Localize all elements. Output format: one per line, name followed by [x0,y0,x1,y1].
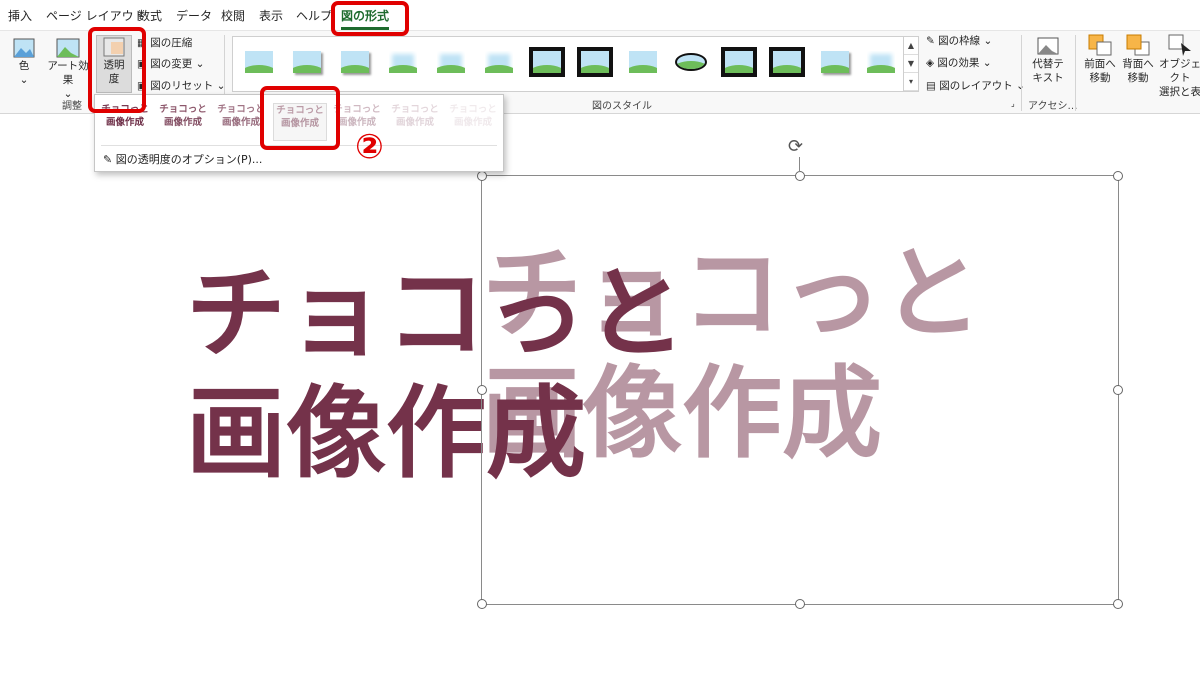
bring-forward-line1: 前面へ [1084,58,1116,70]
resize-handle[interactable] [477,599,487,609]
transparency-preset-95[interactable]: チョコっと 画像作成 [447,103,499,139]
style-thumb[interactable] [863,47,899,77]
style-thumb[interactable] [769,47,805,77]
tab-page-layout[interactable]: ページ レイアウト [46,7,146,24]
selection-pane-line2: 選択と表 [1159,86,1200,98]
adjust-group-label: 調整 [62,101,82,112]
layout-icon: ▤ [926,80,936,92]
selected-picture-frame[interactable] [481,175,1119,605]
transparency-preset-15[interactable]: チョコっと 画像作成 [157,103,209,139]
preset-line2: 画像作成 [395,117,434,128]
preset-line1: チョコっと [449,104,497,115]
send-backward-line1: 背面へ [1122,58,1154,70]
reset-picture-label: 図のリセット [150,80,214,92]
picture-border-button[interactable]: ✎ 図の枠線 ⌄ [926,33,992,48]
artistic-effects-icon [56,38,80,58]
tab-insert[interactable]: 挿入 [8,7,32,24]
picture-layout-button[interactable]: ▤ 図のレイアウト ⌄ [926,78,1025,93]
highlight-picture-format-tab [331,1,409,36]
pen-icon: ✎ [926,35,935,47]
transparency-options-label: 図の透明度のオプション(P)... [115,153,263,166]
dialog-launcher-icon[interactable]: ⌟ [1011,99,1015,108]
artistic-effects-button[interactable]: アート効果 ⌄ [44,37,92,101]
color-button[interactable]: 色 ⌄ [10,37,38,87]
style-thumb[interactable] [289,47,325,77]
style-thumb[interactable] [625,47,661,77]
style-thumb[interactable] [481,47,517,77]
highlight-transparency-preset [260,86,340,150]
selection-pane-icon [1168,34,1191,56]
rotate-handle-icon[interactable]: ⟳ [788,136,803,157]
change-picture-button[interactable]: ▣ 図の変更 ⌄ [137,56,204,71]
resize-handle[interactable] [795,599,805,609]
send-backward-button[interactable]: 背面へ 移動 [1120,33,1156,85]
picture-styles-gallery [232,36,904,92]
gallery-more-icon[interactable]: ▾ [904,73,918,91]
compress-label: 図の圧縮 [150,37,193,49]
tab-formulas[interactable]: 数式 [138,7,162,24]
gallery-down-icon[interactable]: ▼ [904,55,918,73]
accessibility-group-label: アクセシ… [1028,101,1078,112]
change-picture-label: 図の変更 [150,58,193,70]
transparency-options-icon: ✎ [103,153,113,166]
tab-data[interactable]: データ [176,7,212,24]
send-backward-icon [1126,34,1150,56]
selection-pane-line1: オブジェクト [1159,58,1200,84]
gallery-up-icon[interactable]: ▲ [904,37,918,55]
style-thumb[interactable] [529,47,565,77]
picture-effects-button[interactable]: ◈ 図の効果 ⌄ [926,55,992,70]
alt-text-line1: 代替テ [1032,58,1064,70]
rotate-handle-stem [799,157,800,172]
style-thumb[interactable] [337,47,373,77]
artistic-effects-label: アート効果 [47,60,89,86]
send-backward-line2: 移動 [1127,72,1149,84]
bring-forward-line2: 移動 [1089,72,1111,84]
style-thumb[interactable] [433,47,469,77]
style-thumb[interactable] [673,47,709,77]
preset-line2: 画像作成 [163,117,202,128]
style-thumb[interactable] [817,47,853,77]
group-divider [1021,35,1022,111]
alt-text-icon [1037,37,1059,55]
style-thumb[interactable] [721,47,757,77]
transparency-options-item[interactable]: ✎ 図の透明度のオプション(P)... [103,151,262,167]
transparency-preset-80[interactable]: チョコっと 画像作成 [389,103,441,139]
resize-handle[interactable] [1113,599,1123,609]
bring-forward-button[interactable]: 前面へ 移動 [1082,33,1118,85]
preset-line2: 画像作成 [453,117,492,128]
picture-layout-label: 図のレイアウト [939,80,1013,92]
tab-view[interactable]: 表示 [259,7,283,24]
chevron-down-icon: ⌄ [19,74,29,86]
reset-picture-button[interactable]: ▣ 図のリセット ⌄ [137,78,225,93]
alt-text-button[interactable]: 代替テ キスト [1030,35,1066,85]
alt-text-line2: キスト [1032,72,1064,84]
preset-line1: チョコっと [391,104,439,115]
resize-handle[interactable] [477,385,487,395]
effects-icon: ◈ [926,57,935,69]
bring-forward-icon [1088,34,1112,56]
style-thumb[interactable] [385,47,421,77]
resize-handle[interactable] [795,171,805,181]
selection-pane-button[interactable]: オブジェクト 選択と表 [1158,33,1200,99]
picture-effects-label: 図の効果 [937,57,980,69]
tab-help[interactable]: ヘルプ [296,7,332,24]
styles-group-label: 図のスタイル [592,101,652,112]
style-thumb[interactable] [241,47,277,77]
picture-border-label: 図の枠線 [938,35,981,47]
step-number-badge: ② [355,127,384,167]
highlight-transparency-button [88,27,146,113]
style-thumb[interactable] [577,47,613,77]
preset-line1: チョコっと [159,104,207,115]
tab-review[interactable]: 校閲 [221,7,245,24]
gallery-scroll[interactable]: ▲ ▼ ▾ [903,36,919,92]
group-divider [1075,35,1076,111]
resize-handle[interactable] [1113,385,1123,395]
color-label: 色 [18,60,30,72]
resize-handle[interactable] [1113,171,1123,181]
preset-line2: 画像作成 [105,117,144,128]
color-icon [13,38,35,58]
ribbon-tab-bar: 挿入 ページ レイアウト 数式 データ 校閲 表示 ヘルプ 図の形式 [0,0,1200,31]
resize-handle[interactable] [477,171,487,181]
